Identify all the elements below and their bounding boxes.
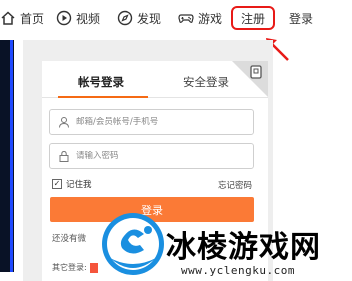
active-tab-indicator: [58, 96, 148, 98]
nav-login-label: 登录: [289, 11, 314, 26]
nav-register-button[interactable]: 注册: [231, 6, 275, 30]
gamepad-icon: [178, 10, 194, 26]
weibo-icon[interactable]: [89, 262, 98, 273]
user-icon: [58, 116, 70, 128]
compass-icon: [117, 10, 133, 26]
lock-icon: [58, 150, 70, 162]
nav-video-label: 视频: [76, 11, 101, 26]
nav-discover-label: 发现: [137, 11, 162, 26]
nav-game-label: 游戏: [198, 11, 223, 26]
watermark-brand: 冰棱游戏网: [166, 230, 321, 265]
other-login-label: 其它登录:: [52, 263, 87, 272]
qr-login-corner-icon[interactable]: [232, 61, 268, 97]
username-input[interactable]: [76, 117, 246, 127]
nav-home-label: 首页: [20, 11, 45, 26]
home-icon: [0, 10, 16, 26]
remember-checkbox[interactable]: ✓: [52, 179, 62, 189]
tab-account-login[interactable]: 帐号登录: [78, 74, 124, 92]
password-input[interactable]: [76, 151, 246, 161]
video-play-icon: [56, 10, 72, 26]
top-nav: 首页 视频 发现 游戏 注册 登录: [0, 0, 352, 34]
nav-login-link[interactable]: 登录: [289, 9, 313, 27]
nav-video-link[interactable]: 视频: [56, 9, 100, 27]
nav-register-label: 注册: [240, 11, 265, 26]
nav-discover-link[interactable]: 发现: [117, 9, 161, 27]
forgot-password-link[interactable]: 忘记密码: [218, 179, 252, 191]
password-field[interactable]: [49, 143, 254, 169]
nav-home-link[interactable]: 首页: [0, 9, 44, 27]
yclengku-logo-icon: [102, 213, 164, 275]
no-account-text: 还没有微: [52, 234, 87, 244]
left-background-panel: [0, 40, 14, 272]
remember-me[interactable]: ✓ 记住我: [52, 178, 92, 190]
username-field[interactable]: [49, 109, 254, 135]
tab-secure-login[interactable]: 安全登录: [183, 74, 229, 92]
nav-game-link[interactable]: 游戏: [178, 9, 222, 27]
watermark-url: www.yclengku.com: [181, 264, 295, 277]
other-login: 其它登录:: [52, 262, 98, 273]
remember-label: 记住我: [66, 180, 92, 190]
